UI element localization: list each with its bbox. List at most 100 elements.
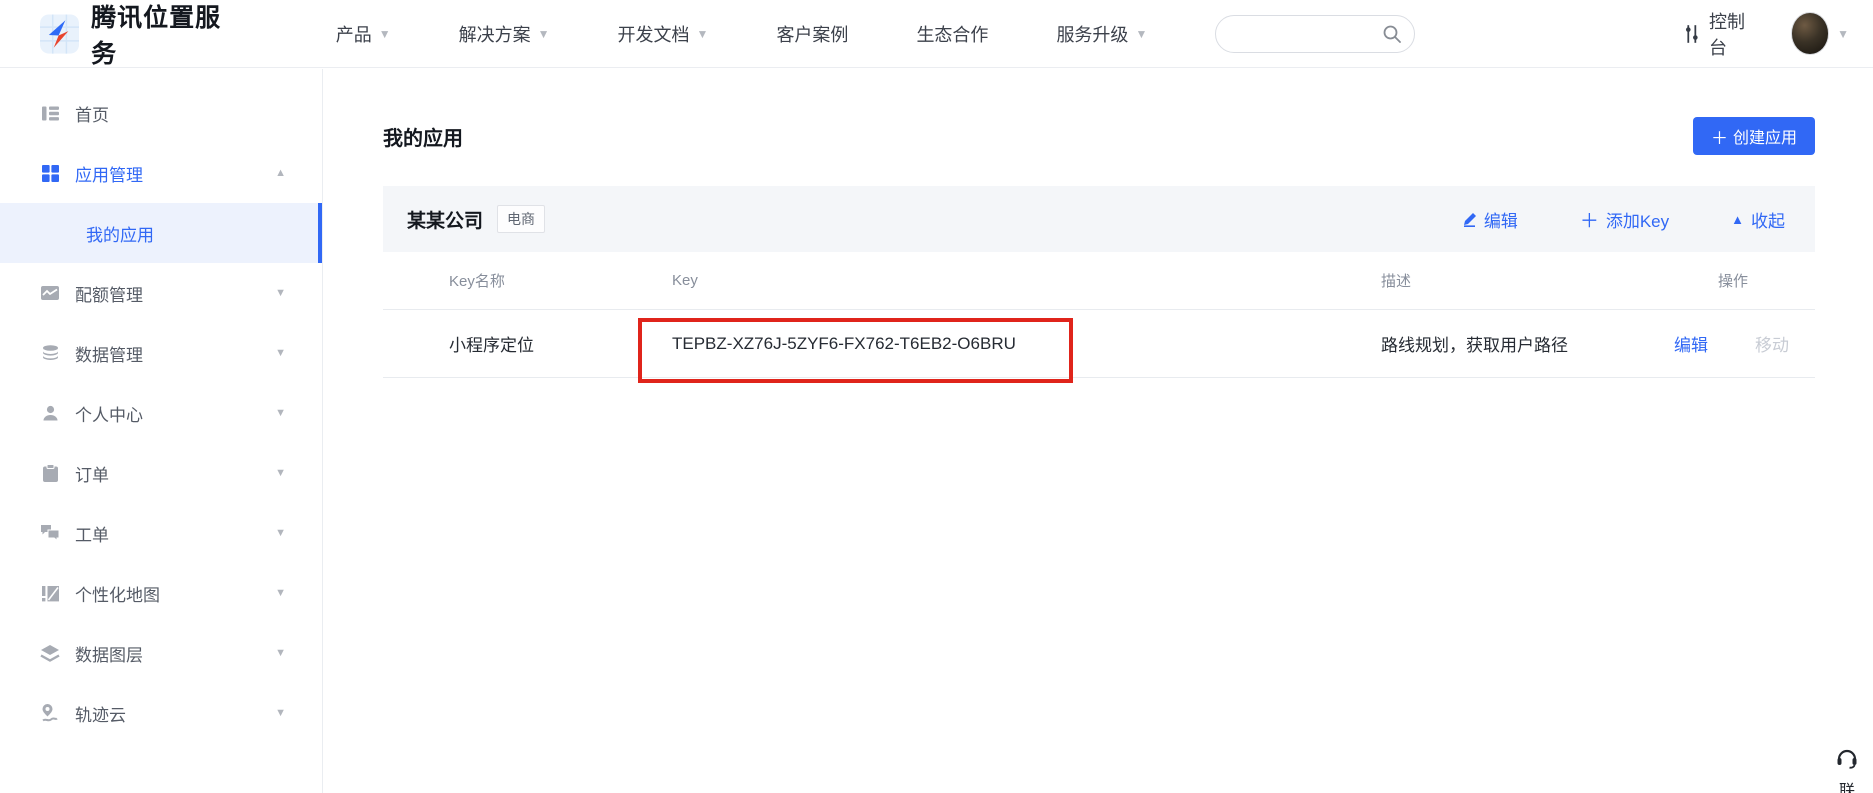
chevron-down-icon[interactable]: ▼ [1837, 27, 1849, 41]
nav-item-docs[interactable]: 开发文档 ▼ [618, 21, 709, 47]
nav-item-ecosystem[interactable]: 生态合作 [916, 21, 988, 47]
sidebar-item-orders[interactable]: 订单 ▼ [0, 443, 322, 503]
sidebar-item-personal-center[interactable]: 个人中心 ▼ [0, 383, 322, 443]
sidebar-item-label: 数据图层 [75, 641, 143, 666]
search-icon[interactable] [1382, 24, 1402, 44]
ticket-icon [40, 523, 60, 543]
page-header: 我的应用 ＋ 创建应用 [383, 113, 1815, 159]
nav-label: 解决方案 [459, 21, 531, 47]
company-tag: 电商 [497, 205, 545, 233]
user-icon [40, 403, 60, 423]
console-link[interactable]: 控制台 [1683, 8, 1756, 60]
chevron-down-icon: ▼ [275, 407, 286, 419]
sidebar-item-data-layers[interactable]: 数据图层 ▼ [0, 623, 322, 683]
contact-widget[interactable]: 联 [1827, 746, 1867, 793]
sidebar-item-label: 工单 [75, 521, 109, 546]
col-header-operations: 操作 [1674, 270, 1791, 291]
chevron-down-icon: ▼ [275, 527, 286, 539]
sidebar-item-label: 个性化地图 [75, 581, 160, 606]
sidebar-item-track-cloud[interactable]: 轨迹云 ▼ [0, 683, 322, 743]
key-description-cell: 路线规划，获取用户路径 [1381, 331, 1674, 356]
chevron-up-icon: ▲ [275, 167, 286, 179]
col-header-key: Key [672, 272, 1381, 289]
search-box[interactable] [1215, 15, 1415, 53]
col-header-description: 描述 [1381, 270, 1674, 291]
track-cloud-icon [40, 703, 60, 723]
collapse-button[interactable]: ▲ 收起 [1731, 207, 1785, 232]
sidebar-item-my-apps[interactable]: 我的应用 [0, 203, 322, 263]
main-content: 我的应用 ＋ 创建应用 某某公司 电商 [324, 69, 1873, 793]
nav-item-cases[interactable]: 客户案例 [776, 21, 848, 47]
card-actions: 编辑 ＋ 添加Key ▲ 收起 [1400, 206, 1785, 233]
nav-item-upgrade[interactable]: 服务升级 ▼ [1056, 21, 1147, 47]
custom-map-icon [40, 583, 60, 603]
chevron-down-icon: ▼ [275, 587, 286, 599]
nav-label: 客户案例 [776, 21, 848, 47]
nav-item-solutions[interactable]: 解决方案 ▼ [459, 21, 550, 47]
quota-chart-icon [40, 283, 60, 303]
chevron-down-icon: ▼ [275, 347, 286, 359]
row-move-link: 移动 [1755, 331, 1789, 356]
company-name: 某某公司 [407, 206, 483, 233]
sidebar-item-data-management[interactable]: 数据管理 ▼ [0, 323, 322, 383]
database-icon [40, 343, 60, 363]
add-key-label: 添加Key [1606, 207, 1669, 232]
sliders-icon [1683, 23, 1701, 45]
nav-label: 开发文档 [618, 21, 690, 47]
layers-icon [40, 643, 60, 663]
search-input[interactable] [1232, 25, 1382, 42]
sidebar-item-label: 个人中心 [75, 401, 143, 426]
row-actions: 编辑 移动 [1674, 331, 1791, 356]
row-edit-link[interactable]: 编辑 [1674, 331, 1708, 356]
col-header-key-name: Key名称 [449, 270, 672, 291]
sidebar-subitem-label: 我的应用 [86, 221, 154, 246]
sidebar-item-label: 数据管理 [75, 341, 143, 366]
top-navbar: 腾讯位置服务 产品 ▼ 解决方案 ▼ 开发文档 ▼ 客户案例 生态合作 服务升级 [0, 0, 1873, 68]
key-name-cell: 小程序定位 [449, 331, 672, 356]
chevron-down-icon: ▼ [275, 287, 286, 299]
sidebar-item-app-management[interactable]: 应用管理 ▲ [0, 143, 322, 203]
nav-label: 产品 [336, 21, 372, 47]
chevron-down-icon: ▼ [1135, 27, 1147, 41]
brand-name: 腾讯位置服务 [91, 0, 244, 70]
sidebar-item-label: 首页 [75, 101, 109, 126]
sidebar-item-home[interactable]: 首页 [0, 83, 322, 143]
app-card-header: 某某公司 电商 编辑 ＋ 添加Key [383, 186, 1815, 252]
brand-logo[interactable]: 腾讯位置服务 [40, 0, 244, 70]
table-row: 小程序定位 TEPBZ-XZ76J-5ZYF6-FX762-T6EB2-O6BR… [383, 310, 1815, 378]
apps-grid-icon [40, 163, 60, 183]
key-table: Key名称 Key 描述 操作 小程序定位 TEPBZ-XZ76J-5ZYF6-… [383, 252, 1815, 378]
sidebar-item-quota-management[interactable]: 配额管理 ▼ [0, 263, 322, 323]
sidebar-item-work-orders[interactable]: 工单 ▼ [0, 503, 322, 563]
add-key-button[interactable]: ＋ 添加Key [1580, 206, 1669, 233]
pencil-icon [1462, 212, 1477, 227]
user-avatar[interactable] [1791, 12, 1830, 55]
chevron-down-icon: ▼ [538, 27, 550, 41]
create-app-button[interactable]: ＋ 创建应用 [1693, 117, 1815, 155]
page-title: 我的应用 [383, 122, 463, 151]
headset-icon [1835, 746, 1859, 770]
sidebar-item-custom-map[interactable]: 个性化地图 ▼ [0, 563, 322, 623]
sidebar-item-label: 轨迹云 [75, 701, 126, 726]
primary-nav: 产品 ▼ 解决方案 ▼ 开发文档 ▼ 客户案例 生态合作 服务升级 ▼ [336, 21, 1216, 47]
compass-icon [40, 14, 79, 54]
chevron-down-icon: ▼ [275, 467, 286, 479]
nav-item-products[interactable]: 产品 ▼ [336, 21, 391, 47]
sidebar-item-label: 订单 [75, 461, 109, 486]
navbar-right: 控制台 ▼ [1215, 8, 1849, 60]
collapse-label: 收起 [1751, 207, 1785, 232]
chevron-up-icon: ▲ [1731, 212, 1744, 227]
nav-label: 生态合作 [916, 21, 988, 47]
edit-app-label: 编辑 [1484, 207, 1518, 232]
order-icon [40, 463, 60, 483]
edit-app-button[interactable]: 编辑 [1462, 207, 1518, 232]
key-table-header: Key名称 Key 描述 操作 [383, 252, 1815, 310]
chevron-down-icon: ▼ [275, 647, 286, 659]
sidebar-item-label: 应用管理 [75, 161, 143, 186]
chevron-down-icon: ▼ [379, 27, 391, 41]
create-app-label: 创建应用 [1733, 124, 1797, 148]
nav-label: 服务升级 [1056, 21, 1128, 47]
key-value-cell: TEPBZ-XZ76J-5ZYF6-FX762-T6EB2-O6BRU [672, 334, 1381, 354]
sidebar: 首页 应用管理 ▲ 我的应用 [0, 69, 323, 793]
plus-icon: ＋ [1580, 206, 1599, 233]
